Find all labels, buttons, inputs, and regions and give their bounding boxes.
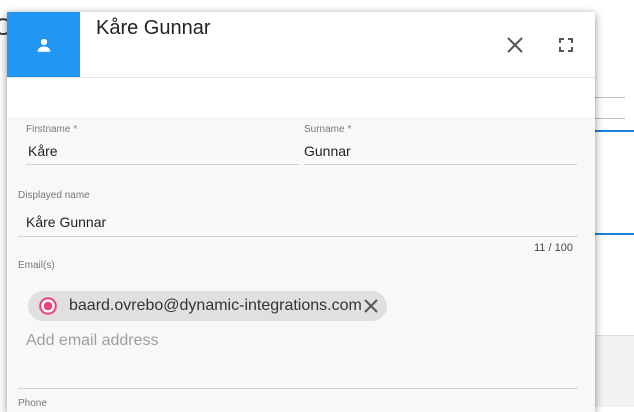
background-panel — [594, 335, 634, 407]
contact-form: Firstname * Kåre Surname * Gunnar Displa… — [7, 117, 595, 412]
add-email-input[interactable] — [26, 330, 566, 352]
surname-underline — [304, 164, 577, 165]
surname-field[interactable]: Gunnar — [304, 143, 351, 159]
firstname-field[interactable]: Kåre — [28, 143, 58, 159]
background-divider — [594, 130, 634, 132]
firstname-underline — [26, 164, 299, 165]
displayed-name-label: Displayed name — [18, 190, 90, 201]
surname-label: Surname * — [304, 124, 352, 135]
background-input[interactable] — [594, 97, 625, 119]
contact-dialog: Kåre Gunnar Firstname * Kåre Surname * G… — [7, 12, 595, 412]
dialog-title: Kåre Gunnar — [96, 17, 211, 39]
phone-label: Phone — [18, 398, 47, 409]
character-counter: 11 / 100 — [534, 242, 573, 254]
displayed-name-field[interactable]: Kåre Gunnar — [26, 214, 106, 230]
dialog-header: Kåre Gunnar — [7, 12, 595, 78]
email-chip[interactable]: baard.ovrebo@dynamic-integrations.com — [28, 291, 387, 321]
displayed-name-underline — [18, 236, 578, 237]
fullscreen-button[interactable] — [556, 35, 576, 55]
fullscreen-icon — [559, 38, 573, 52]
chip-remove-icon[interactable] — [362, 297, 380, 315]
close-icon — [507, 37, 523, 53]
close-button[interactable] — [504, 34, 526, 56]
radio-selected-icon — [39, 297, 57, 315]
person-icon — [37, 38, 50, 52]
email-underline — [18, 388, 578, 389]
background-divider — [594, 233, 634, 235]
email-label: Email(s) — [18, 260, 55, 271]
firstname-label: Firstname * — [26, 124, 78, 135]
email-chip-label: baard.ovrebo@dynamic-integrations.com — [69, 297, 362, 314]
avatar — [7, 12, 80, 77]
